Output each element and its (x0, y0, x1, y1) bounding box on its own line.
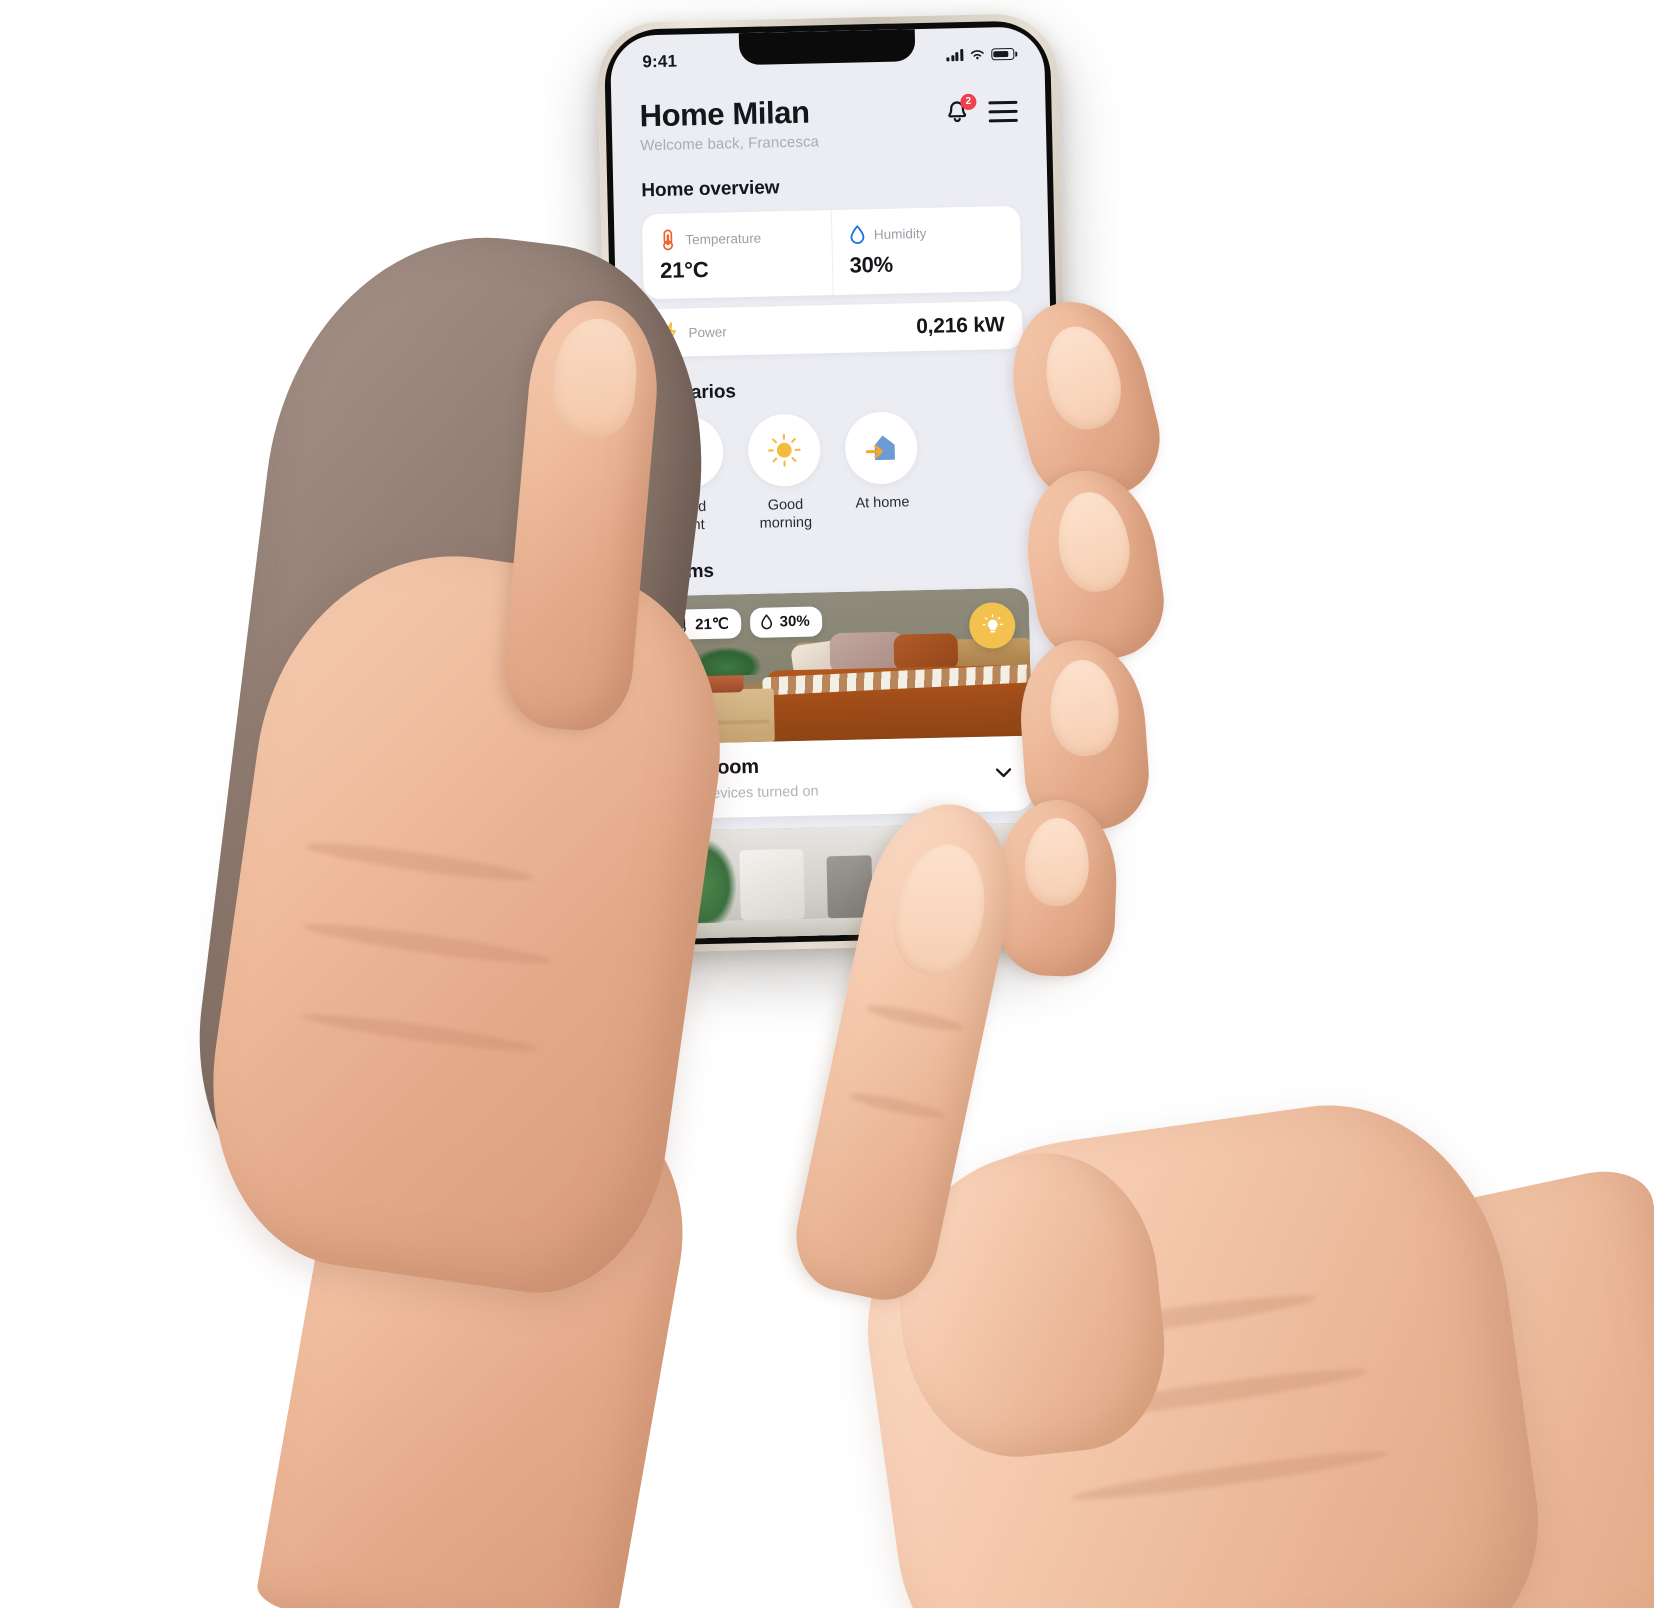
fingernail (883, 836, 997, 984)
metric-humidity-label: Humidity (873, 226, 927, 243)
water-drop-icon (760, 614, 772, 630)
metric-power-label: Power (688, 324, 727, 341)
room-humidity-pill: 30% (749, 606, 823, 638)
chevron-down-icon[interactable] (992, 761, 1014, 783)
scenario-good-morning-icon-wrap (747, 413, 822, 488)
welcome-subtitle: Welcome back, Francesca (640, 133, 820, 155)
header-actions: 2 (944, 91, 1018, 127)
app-header: Home Milan Welcome back, Francesca 2 (639, 73, 1019, 155)
status-bar-icons (946, 48, 1015, 62)
section-title-home-overview: Home overview (641, 177, 780, 202)
menu-button[interactable] (988, 100, 1018, 123)
scenario-good-morning[interactable]: Good morning (743, 413, 826, 534)
notification-badge: 2 (960, 93, 977, 111)
notifications-button[interactable]: 2 (944, 93, 977, 127)
section-title-scenarios: Scenarios (646, 375, 1024, 406)
left-hand-finger-pinky (994, 797, 1120, 979)
fingernail (1046, 657, 1122, 759)
fingernail (1050, 486, 1136, 597)
lightbulb-icon (982, 614, 1003, 633)
metric-humidity[interactable]: Humidity 30% (830, 206, 1022, 296)
scenarios-list: Good night (646, 409, 1027, 536)
wifi-icon (970, 50, 984, 60)
page-title: Home Milan (639, 94, 810, 134)
scenario-at-home-icon-wrap (844, 411, 919, 486)
fingernail (1035, 318, 1131, 437)
battery-icon (991, 48, 1015, 61)
header-text-block: Home Milan Welcome back, Francesca (639, 95, 819, 155)
room-metric-pills: 21℃ 30% (664, 606, 823, 640)
status-bar-time: 9:41 (642, 51, 678, 72)
overview-metrics-card: Temperature 21°C Humidity 30% (641, 206, 1022, 300)
scenario-good-morning-label: Good morning (759, 497, 813, 532)
scene: 9:41 Home Milan Welcome back, Francesca … (0, 0, 1654, 1608)
metric-temperature[interactable]: Temperature 21°C (642, 211, 832, 300)
water-drop-icon (850, 225, 864, 245)
hamburger-line (988, 118, 1018, 123)
section-title-rooms: Rooms (650, 554, 1028, 585)
metric-temperature-value: 21°C (659, 257, 709, 284)
scenario-at-home[interactable]: At home (840, 411, 923, 532)
metric-humidity-value: 30% (849, 252, 894, 279)
house-arrow-in-icon (865, 435, 895, 461)
room-temperature-value: 21℃ (694, 615, 729, 634)
hamburger-line (988, 100, 1018, 105)
signal-bars-icon (946, 49, 964, 62)
scenario-at-home-label: At home (855, 494, 910, 513)
thermometer-icon (663, 229, 674, 251)
sun-icon (767, 434, 801, 468)
metric-temperature-label: Temperature (685, 230, 762, 248)
fingernail (1023, 816, 1091, 908)
metric-power-value: 0,216 kW (915, 313, 1005, 339)
metric-power[interactable]: Power 0,216 kW (644, 301, 1024, 358)
hamburger-line (988, 109, 1018, 114)
phone-notch (738, 29, 916, 66)
room-humidity-value: 30% (779, 613, 810, 631)
